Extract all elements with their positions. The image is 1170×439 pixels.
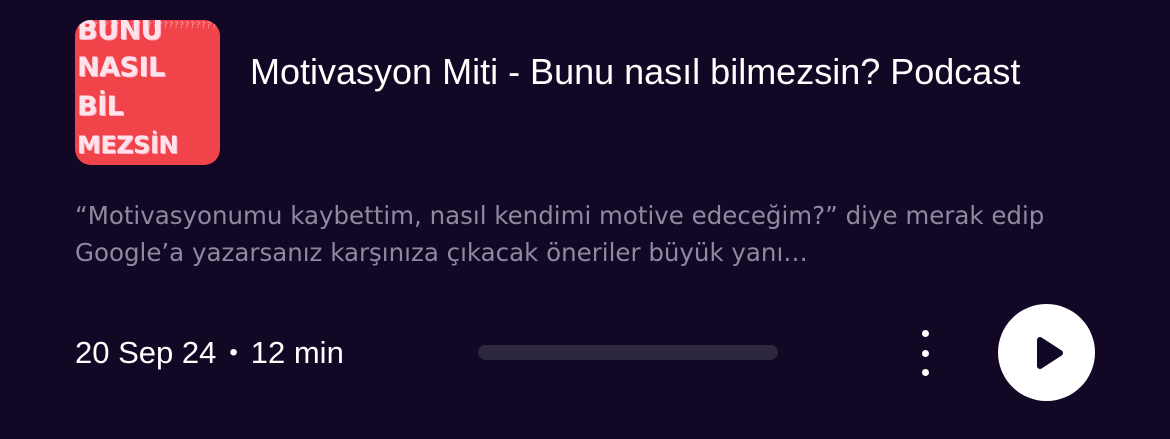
vertical-ellipsis-icon <box>921 369 929 376</box>
cover-line: MEZSİN <box>77 131 178 159</box>
episode-card[interactable]: ????????????????????????????????????????… <box>0 0 1170 439</box>
episode-meta: 20 Sep 24 • 12 min <box>75 332 344 374</box>
play-icon <box>1036 336 1063 369</box>
cover-title-text: BUNU NASIL BİL MEZSİN <box>75 20 220 165</box>
vertical-ellipsis-icon <box>921 330 929 337</box>
meta-separator: • <box>229 339 238 366</box>
cover-line: BUNU <box>77 20 163 46</box>
episode-date: 20 Sep 24 <box>75 335 217 370</box>
episode-description: “Motivasyonumu kaybettim, nasıl kendimi … <box>75 201 1045 267</box>
cover-line: NASIL <box>77 52 165 83</box>
episode-cover-art[interactable]: ????????????????????????????????????????… <box>75 20 220 165</box>
vertical-ellipsis-icon <box>921 349 929 357</box>
episode-duration: 12 min <box>250 335 344 370</box>
more-options-button[interactable] <box>905 330 945 376</box>
cover-line: BİL <box>77 91 124 122</box>
play-button[interactable] <box>998 304 1095 401</box>
playback-progress-bar[interactable] <box>478 345 778 360</box>
episode-title[interactable]: Motivasyon Miti - Bunu nasıl bilmezsin? … <box>250 50 1090 94</box>
